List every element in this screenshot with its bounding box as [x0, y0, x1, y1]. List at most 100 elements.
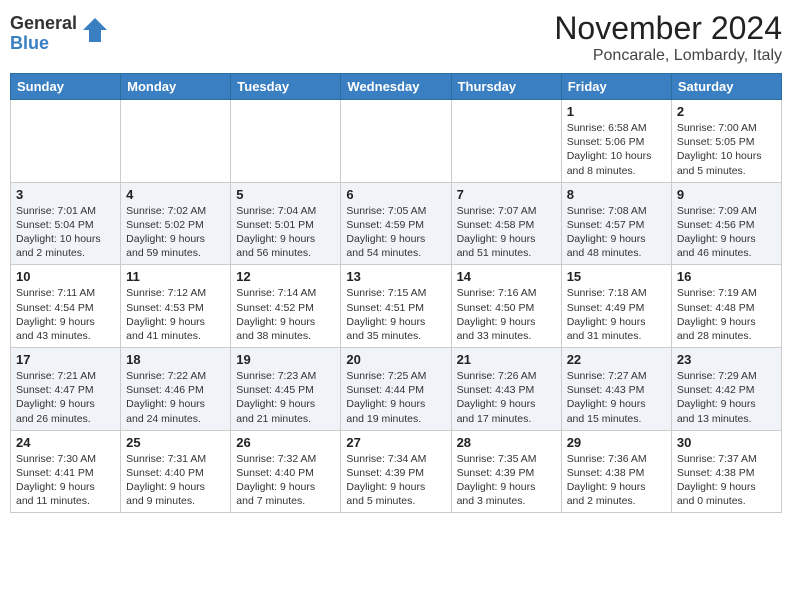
- day-number: 25: [126, 435, 225, 450]
- day-cell-w3-d2: 11 Sunrise: 7:12 AMSunset: 4:53 PMDayligh…: [121, 265, 231, 348]
- calendar-header-row: Sunday Monday Tuesday Wednesday Thursday…: [11, 74, 782, 100]
- day-cell-w1-d3: [231, 100, 341, 183]
- day-number: 24: [16, 435, 115, 450]
- day-cell-w2-d6: 8Sunrise: 7:08 AMSunset: 4:57 PMDaylight…: [561, 182, 671, 265]
- day-cell-w4-d6: 22 Sunrise: 7:27 AMSunset: 4:43 PMDayligh…: [561, 348, 671, 431]
- day-info: Sunrise: 7:30 AMSunset: 4:41 PMDaylight:…: [16, 452, 115, 509]
- day-info: Sunrise: 7:26 AMSunset: 4:43 PMDaylight:…: [457, 369, 556, 426]
- day-number: 10: [16, 269, 115, 284]
- day-cell-w3-d1: 10 Sunrise: 7:11 AMSunset: 4:54 PMDayligh…: [11, 265, 121, 348]
- logo-text: General Blue: [10, 14, 77, 54]
- day-number: 23: [677, 352, 776, 367]
- day-number: 29: [567, 435, 666, 450]
- page-container: General Blue November 2024 Poncarale, Lo…: [0, 0, 792, 518]
- day-cell-w3-d5: 14 Sunrise: 7:16 AMSunset: 4:50 PMDayligh…: [451, 265, 561, 348]
- day-cell-w3-d6: 15 Sunrise: 7:18 AMSunset: 4:49 PMDayligh…: [561, 265, 671, 348]
- day-info: Sunrise: 7:18 AMSunset: 4:49 PMDaylight:…: [567, 286, 666, 343]
- day-cell-w4-d5: 21Sunrise: 7:26 AMSunset: 4:43 PMDayligh…: [451, 348, 561, 431]
- day-number: 3: [16, 187, 115, 202]
- calendar-table: Sunday Monday Tuesday Wednesday Thursday…: [10, 73, 782, 513]
- day-number: 22: [567, 352, 666, 367]
- day-cell-w2-d1: 3 Sunrise: 7:01 AMSunset: 5:04 PMDaylight…: [11, 182, 121, 265]
- day-info: Sunrise: 7:12 AMSunset: 4:53 PMDaylight:…: [126, 286, 225, 343]
- day-info: Sunrise: 7:19 AMSunset: 4:48 PMDaylight:…: [677, 286, 776, 343]
- day-info: Sunrise: 7:25 AMSunset: 4:44 PMDaylight:…: [346, 369, 445, 426]
- day-number: 27: [346, 435, 445, 450]
- day-cell-w1-d6: 1Sunrise: 6:58 AMSunset: 5:06 PMDaylight…: [561, 100, 671, 183]
- day-cell-w2-d7: 9 Sunrise: 7:09 AMSunset: 4:56 PMDaylight…: [671, 182, 781, 265]
- day-cell-w4-d1: 17 Sunrise: 7:21 AMSunset: 4:47 PMDayligh…: [11, 348, 121, 431]
- logo-icon: [81, 16, 109, 49]
- day-info: Sunrise: 7:00 AMSunset: 5:05 PMDaylight:…: [677, 121, 776, 178]
- day-cell-w3-d3: 12 Sunrise: 7:14 AMSunset: 4:52 PMDayligh…: [231, 265, 341, 348]
- day-cell-w2-d2: 4 Sunrise: 7:02 AMSunset: 5:02 PMDaylight…: [121, 182, 231, 265]
- day-info: Sunrise: 7:32 AMSunset: 4:40 PMDaylight:…: [236, 452, 335, 509]
- day-number: 9: [677, 187, 776, 202]
- day-info: Sunrise: 7:15 AMSunset: 4:51 PMDaylight:…: [346, 286, 445, 343]
- day-cell-w1-d1: [11, 100, 121, 183]
- col-monday: Monday: [121, 74, 231, 100]
- day-info: Sunrise: 7:27 AMSunset: 4:43 PMDaylight:…: [567, 369, 666, 426]
- logo-general: General: [10, 14, 77, 34]
- day-info: Sunrise: 7:36 AMSunset: 4:38 PMDaylight:…: [567, 452, 666, 509]
- day-number: 19: [236, 352, 335, 367]
- col-sunday: Sunday: [11, 74, 121, 100]
- day-info: Sunrise: 7:34 AMSunset: 4:39 PMDaylight:…: [346, 452, 445, 509]
- day-info: Sunrise: 7:07 AMSunset: 4:58 PMDaylight:…: [457, 204, 556, 261]
- day-info: Sunrise: 7:04 AMSunset: 5:01 PMDaylight:…: [236, 204, 335, 261]
- day-info: Sunrise: 7:22 AMSunset: 4:46 PMDaylight:…: [126, 369, 225, 426]
- day-cell-w4-d4: 20 Sunrise: 7:25 AMSunset: 4:44 PMDayligh…: [341, 348, 451, 431]
- day-cell-w5-d4: 27 Sunrise: 7:34 AMSunset: 4:39 PMDayligh…: [341, 430, 451, 513]
- day-cell-w4-d2: 18 Sunrise: 7:22 AMSunset: 4:46 PMDayligh…: [121, 348, 231, 431]
- logo: General Blue: [10, 14, 109, 54]
- col-tuesday: Tuesday: [231, 74, 341, 100]
- day-info: Sunrise: 7:31 AMSunset: 4:40 PMDaylight:…: [126, 452, 225, 509]
- header: General Blue November 2024 Poncarale, Lo…: [10, 10, 782, 65]
- day-cell-w4-d7: 23 Sunrise: 7:29 AMSunset: 4:42 PMDayligh…: [671, 348, 781, 431]
- day-number: 8: [567, 187, 666, 202]
- day-cell-w1-d7: 2Sunrise: 7:00 AMSunset: 5:05 PMDaylight…: [671, 100, 781, 183]
- day-cell-w2-d4: 6 Sunrise: 7:05 AMSunset: 4:59 PMDaylight…: [341, 182, 451, 265]
- day-info: Sunrise: 7:14 AMSunset: 4:52 PMDaylight:…: [236, 286, 335, 343]
- day-number: 13: [346, 269, 445, 284]
- day-number: 17: [16, 352, 115, 367]
- day-number: 11: [126, 269, 225, 284]
- day-number: 14: [457, 269, 556, 284]
- day-number: 20: [346, 352, 445, 367]
- day-number: 7: [457, 187, 556, 202]
- day-cell-w1-d5: [451, 100, 561, 183]
- day-info: Sunrise: 7:02 AMSunset: 5:02 PMDaylight:…: [126, 204, 225, 261]
- day-cell-w5-d5: 28Sunrise: 7:35 AMSunset: 4:39 PMDayligh…: [451, 430, 561, 513]
- day-info: Sunrise: 7:01 AMSunset: 5:04 PMDaylight:…: [16, 204, 115, 261]
- col-saturday: Saturday: [671, 74, 781, 100]
- day-cell-w4-d3: 19 Sunrise: 7:23 AMSunset: 4:45 PMDayligh…: [231, 348, 341, 431]
- col-thursday: Thursday: [451, 74, 561, 100]
- day-info: Sunrise: 7:09 AMSunset: 4:56 PMDaylight:…: [677, 204, 776, 261]
- day-cell-w3-d4: 13 Sunrise: 7:15 AMSunset: 4:51 PMDayligh…: [341, 265, 451, 348]
- day-number: 1: [567, 104, 666, 119]
- week-row-3: 10 Sunrise: 7:11 AMSunset: 4:54 PMDayligh…: [11, 265, 782, 348]
- title-block: November 2024 Poncarale, Lombardy, Italy: [554, 10, 782, 65]
- day-info: Sunrise: 7:16 AMSunset: 4:50 PMDaylight:…: [457, 286, 556, 343]
- day-number: 6: [346, 187, 445, 202]
- day-cell-w5-d3: 26Sunrise: 7:32 AMSunset: 4:40 PMDayligh…: [231, 430, 341, 513]
- day-number: 15: [567, 269, 666, 284]
- day-info: Sunrise: 7:11 AMSunset: 4:54 PMDaylight:…: [16, 286, 115, 343]
- day-number: 4: [126, 187, 225, 202]
- day-cell-w1-d4: [341, 100, 451, 183]
- day-cell-w1-d2: [121, 100, 231, 183]
- subtitle: Poncarale, Lombardy, Italy: [554, 47, 782, 65]
- day-cell-w5-d7: 30Sunrise: 7:37 AMSunset: 4:38 PMDayligh…: [671, 430, 781, 513]
- day-info: Sunrise: 7:23 AMSunset: 4:45 PMDaylight:…: [236, 369, 335, 426]
- day-number: 12: [236, 269, 335, 284]
- day-cell-w2-d3: 5Sunrise: 7:04 AMSunset: 5:01 PMDaylight…: [231, 182, 341, 265]
- day-cell-w3-d7: 16 Sunrise: 7:19 AMSunset: 4:48 PMDayligh…: [671, 265, 781, 348]
- day-cell-w2-d5: 7 Sunrise: 7:07 AMSunset: 4:58 PMDaylight…: [451, 182, 561, 265]
- day-info: Sunrise: 7:29 AMSunset: 4:42 PMDaylight:…: [677, 369, 776, 426]
- day-info: Sunrise: 7:21 AMSunset: 4:47 PMDaylight:…: [16, 369, 115, 426]
- day-number: 16: [677, 269, 776, 284]
- day-info: Sunrise: 7:05 AMSunset: 4:59 PMDaylight:…: [346, 204, 445, 261]
- day-number: 18: [126, 352, 225, 367]
- col-friday: Friday: [561, 74, 671, 100]
- day-cell-w5-d2: 25 Sunrise: 7:31 AMSunset: 4:40 PMDayligh…: [121, 430, 231, 513]
